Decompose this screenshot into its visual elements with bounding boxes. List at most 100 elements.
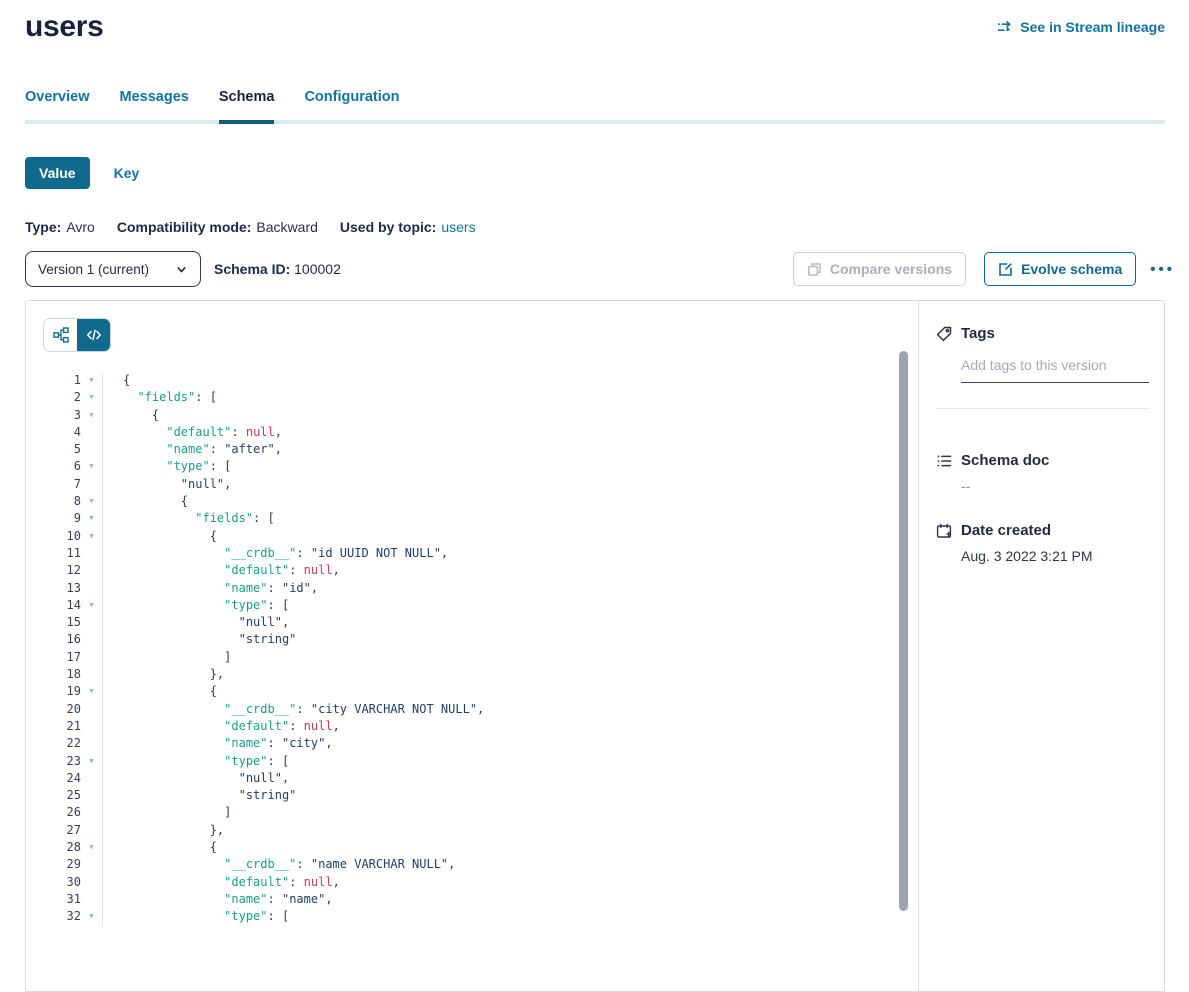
line-number: 15 — [43, 614, 81, 631]
vertical-scrollbar[interactable] — [899, 351, 908, 911]
collapse-spacer — [81, 545, 102, 562]
code-line: 18 }, — [43, 666, 918, 683]
code-text: "type": [ — [102, 597, 918, 614]
code-text: "default": null, — [102, 874, 918, 891]
code-line: 23▼ "type": [ — [43, 753, 918, 770]
more-actions-button[interactable]: ••• — [1150, 261, 1175, 278]
code-text: "type": [ — [102, 753, 918, 770]
add-tags-input[interactable] — [961, 357, 1149, 383]
tab-overview[interactable]: Overview — [25, 89, 90, 120]
code-text: "type": [ — [102, 458, 918, 475]
stream-lineage-label: See in Stream lineage — [1020, 19, 1165, 35]
code-text: "default": null, — [102, 562, 918, 579]
line-number: 28 — [43, 839, 81, 856]
code-line: 25 "string" — [43, 787, 918, 804]
line-number: 5 — [43, 441, 81, 458]
key-toggle-button[interactable]: Key — [100, 157, 154, 189]
version-select[interactable]: Version 1 (current) — [25, 251, 201, 287]
collapse-icon[interactable]: ▼ — [81, 510, 102, 527]
page-header: users See in Stream lineage — [25, 0, 1165, 44]
collapse-icon[interactable]: ▼ — [81, 908, 102, 925]
line-number: 21 — [43, 718, 81, 735]
line-number: 31 — [43, 891, 81, 908]
line-number: 27 — [43, 822, 81, 839]
schema-code-viewer: 1▼{2▼ "fields": [3▼ {4 "default": null,5… — [26, 301, 918, 991]
view-mode-toggle — [43, 318, 111, 352]
tab-configuration[interactable]: Configuration — [304, 89, 399, 120]
code-line: 8▼ { — [43, 493, 918, 510]
line-number: 1 — [43, 372, 81, 389]
tags-title: Tags — [961, 325, 995, 342]
compare-versions-button[interactable]: Compare versions — [793, 252, 966, 286]
code-line: 3▼ { — [43, 407, 918, 424]
tree-view-button[interactable] — [44, 319, 77, 351]
collapse-spacer — [81, 770, 102, 787]
collapse-icon[interactable]: ▼ — [81, 839, 102, 856]
code-line: 31 "name": "name", — [43, 891, 918, 908]
code-line: 20 "__crdb__": "city VARCHAR NOT NULL", — [43, 701, 918, 718]
collapse-spacer — [81, 666, 102, 683]
line-number: 6 — [43, 458, 81, 475]
line-number: 22 — [43, 735, 81, 752]
code-line: 27 }, — [43, 822, 918, 839]
used-by-topic-label: Used by topic: — [340, 219, 436, 235]
value-toggle-button[interactable]: Value — [25, 157, 90, 189]
sidebar-divider — [936, 408, 1150, 409]
evolve-schema-label: Evolve schema — [1021, 261, 1122, 277]
stream-lineage-link[interactable]: See in Stream lineage — [997, 19, 1165, 35]
code-text: "name": "city", — [102, 735, 918, 752]
code-text: { — [102, 407, 918, 424]
code-text: "__crdb__": "name VARCHAR NULL", — [102, 856, 918, 873]
code-text: "__crdb__": "city VARCHAR NOT NULL", — [102, 701, 918, 718]
line-number: 3 — [43, 407, 81, 424]
compatibility-label: Compatibility mode: — [117, 219, 252, 235]
collapse-icon[interactable]: ▼ — [81, 407, 102, 424]
line-number: 11 — [43, 545, 81, 562]
line-number: 19 — [43, 683, 81, 700]
schema-doc-header: Schema doc — [936, 452, 1164, 469]
collapse-icon[interactable]: ▼ — [81, 528, 102, 545]
stream-lineage-icon — [997, 20, 1013, 34]
schema-doc-value: -- — [961, 478, 1164, 494]
code-text: { — [102, 528, 918, 545]
collapse-icon[interactable]: ▼ — [81, 683, 102, 700]
code-text: "null", — [102, 614, 918, 631]
collapse-spacer — [81, 476, 102, 493]
collapse-icon[interactable]: ▼ — [81, 372, 102, 389]
collapse-icon[interactable]: ▼ — [81, 493, 102, 510]
code-text: "string" — [102, 631, 918, 648]
tab-schema[interactable]: Schema — [219, 89, 275, 120]
schema-id-label: Schema ID: — [214, 261, 290, 277]
line-number: 8 — [43, 493, 81, 510]
code-view-button[interactable] — [77, 319, 110, 351]
tags-header: Tags — [936, 325, 1164, 342]
line-number: 24 — [43, 770, 81, 787]
type-label: Type: — [25, 219, 61, 235]
line-number: 25 — [43, 787, 81, 804]
value-key-toggle: Value Key — [25, 157, 1165, 189]
topic-link[interactable]: users — [441, 219, 475, 235]
line-number: 32 — [43, 908, 81, 925]
collapse-icon[interactable]: ▼ — [81, 389, 102, 406]
code-text: "fields": [ — [102, 510, 918, 527]
tab-messages[interactable]: Messages — [120, 89, 189, 120]
collapse-icon[interactable]: ▼ — [81, 597, 102, 614]
code-text: { — [102, 493, 918, 510]
code-text: ] — [102, 804, 918, 821]
code-line: 28▼ { — [43, 839, 918, 856]
collapse-spacer — [81, 718, 102, 735]
calendar-plus-icon — [936, 523, 952, 539]
version-select-value: Version 1 (current) — [38, 262, 149, 277]
line-number: 9 — [43, 510, 81, 527]
line-number: 17 — [43, 649, 81, 666]
line-number: 23 — [43, 753, 81, 770]
evolve-schema-button[interactable]: Evolve schema — [984, 252, 1136, 286]
collapse-icon[interactable]: ▼ — [81, 753, 102, 770]
schema-sidebar: Tags Schema doc -- — [918, 301, 1164, 991]
line-number: 26 — [43, 804, 81, 821]
collapse-icon[interactable]: ▼ — [81, 458, 102, 475]
compatibility-value: Backward — [256, 219, 317, 235]
code-line: 15 "null", — [43, 614, 918, 631]
line-number: 10 — [43, 528, 81, 545]
code-line: 26 ] — [43, 804, 918, 821]
